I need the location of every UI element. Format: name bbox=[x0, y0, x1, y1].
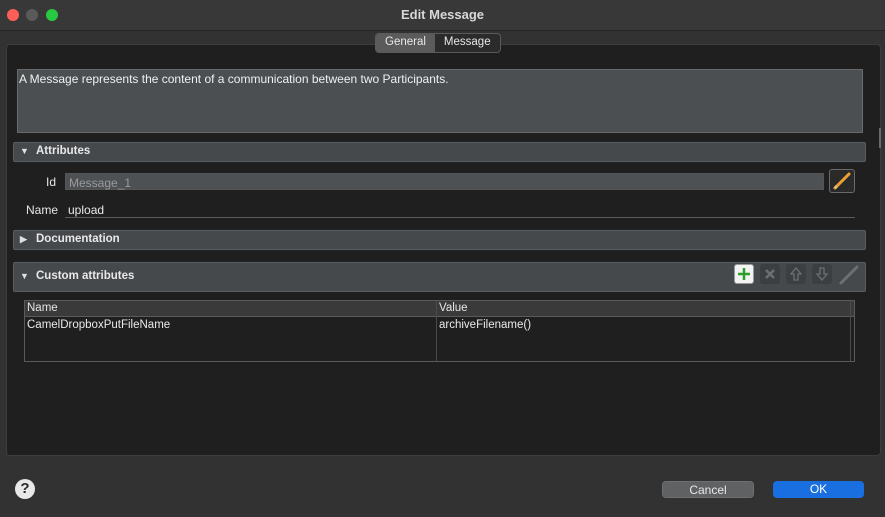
custom-attributes-table: Name Value CamelDropboxPutFileName archi… bbox=[24, 300, 855, 362]
edit-message-window: Edit Message General Message A Message r… bbox=[0, 0, 885, 517]
remove-attribute-button[interactable] bbox=[760, 264, 780, 284]
ok-button[interactable]: OK bbox=[773, 481, 864, 498]
cancel-button[interactable]: Cancel bbox=[662, 481, 754, 498]
edit-id-button[interactable] bbox=[829, 169, 855, 193]
scrollbar[interactable] bbox=[879, 128, 881, 148]
collapsed-triangle-icon: ▶ bbox=[20, 234, 27, 244]
column-header-value[interactable]: Value bbox=[439, 302, 468, 314]
table-header: Name Value bbox=[25, 301, 854, 317]
section-attributes[interactable]: ▼ Attributes bbox=[13, 142, 866, 162]
name-label: Name bbox=[26, 203, 59, 217]
title-bar: Edit Message bbox=[0, 0, 885, 31]
column-divider[interactable] bbox=[436, 301, 437, 361]
arrow-down-icon bbox=[815, 267, 829, 282]
description-box: A Message represents the content of a co… bbox=[17, 69, 863, 133]
column-divider[interactable] bbox=[850, 301, 851, 361]
move-down-button[interactable] bbox=[812, 264, 832, 284]
add-attribute-button[interactable] bbox=[734, 264, 754, 284]
column-header-name[interactable]: Name bbox=[27, 302, 58, 314]
name-field[interactable]: upload bbox=[65, 201, 855, 218]
move-up-button[interactable] bbox=[786, 264, 806, 284]
cell-name[interactable]: CamelDropboxPutFileName bbox=[27, 319, 170, 331]
arrow-up-icon bbox=[789, 266, 803, 281]
section-custom-attributes-label: Custom attributes bbox=[36, 270, 135, 282]
pencil-icon bbox=[839, 265, 859, 285]
expanded-triangle-icon: ▼ bbox=[20, 146, 29, 156]
id-field[interactable]: Message_1 bbox=[65, 173, 824, 190]
id-label: Id bbox=[46, 175, 57, 189]
edit-attribute-button[interactable] bbox=[838, 264, 859, 285]
section-documentation[interactable]: ▶ Documentation bbox=[13, 230, 866, 250]
cell-value[interactable]: archiveFilename() bbox=[439, 319, 531, 331]
tab-general[interactable]: General bbox=[376, 34, 435, 52]
tab-message[interactable]: Message bbox=[435, 34, 500, 52]
help-icon[interactable]: ? bbox=[15, 479, 35, 499]
section-documentation-label: Documentation bbox=[36, 233, 120, 245]
expanded-triangle-icon: ▼ bbox=[20, 271, 29, 281]
section-attributes-label: Attributes bbox=[36, 145, 91, 157]
plus-icon bbox=[738, 268, 750, 280]
window-title: Edit Message bbox=[400, 7, 485, 22]
tab-bar: General Message bbox=[375, 33, 501, 53]
pencil-icon bbox=[833, 172, 851, 190]
x-icon bbox=[765, 269, 775, 279]
